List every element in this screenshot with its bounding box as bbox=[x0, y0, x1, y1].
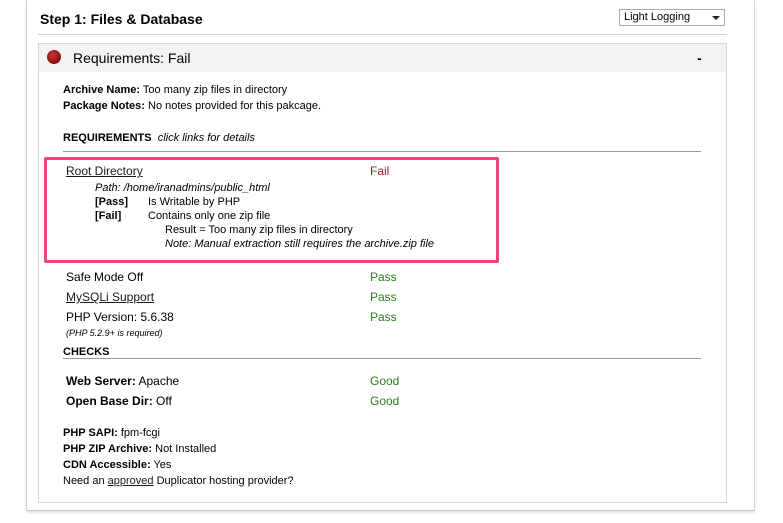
requirements-divider bbox=[63, 151, 701, 152]
fail-status-icon bbox=[47, 50, 61, 64]
web-server-row: Web Server: Apache bbox=[66, 374, 179, 388]
root-directory-link[interactable]: Root Directory bbox=[66, 164, 143, 178]
web-server-label: Web Server: bbox=[66, 374, 136, 388]
root-directory-status: Fail bbox=[370, 164, 390, 178]
approved-hosting-link[interactable]: approved bbox=[108, 475, 154, 487]
open-base-dir-value: Off bbox=[156, 394, 172, 408]
php-zip-row: PHP ZIP Archive: Not Installed bbox=[63, 443, 216, 455]
collapse-toggle[interactable]: - bbox=[697, 50, 702, 66]
checks-divider bbox=[63, 358, 701, 359]
check-zip-note: Note: Manual extraction still requires t… bbox=[165, 238, 435, 250]
requirements-heading: REQUIREMENTS bbox=[63, 132, 152, 144]
php-zip-value: Not Installed bbox=[155, 443, 217, 455]
safe-mode-status: Pass bbox=[370, 270, 397, 284]
logging-select[interactable]: Light Logging bbox=[619, 9, 725, 26]
archive-name-label: Archive Name: bbox=[63, 84, 141, 96]
archive-name-value: Too many zip files in directory bbox=[142, 84, 288, 96]
check-writable-tag: [Pass] bbox=[95, 196, 129, 208]
php-version-note: (PHP 5.2.9+ is required) bbox=[66, 328, 163, 338]
php-version-status: Pass bbox=[370, 310, 397, 324]
safe-mode-label: Safe Mode Off bbox=[66, 270, 144, 284]
php-zip-label: PHP ZIP Archive: bbox=[63, 443, 153, 455]
php-version-label: PHP Version: 5.6.38 bbox=[66, 310, 174, 324]
chevron-down-icon bbox=[712, 16, 720, 20]
requirements-hint: click links for details bbox=[157, 132, 255, 144]
open-base-dir-status: Good bbox=[370, 394, 400, 408]
php-sapi-label: PHP SAPI: bbox=[63, 427, 118, 439]
step-title: Step 1: Files & Database bbox=[40, 11, 203, 27]
header-divider bbox=[38, 34, 727, 35]
check-zip-text: Contains only one zip file bbox=[148, 210, 271, 222]
hosting-suffix: Duplicator hosting provider? bbox=[156, 475, 294, 487]
root-directory-path: Path: /home/iranadmins/public_html bbox=[95, 182, 270, 194]
mysqli-support-link[interactable]: MySQLi Support bbox=[66, 290, 154, 304]
archive-name-row: Archive Name: Too many zip files in dire… bbox=[63, 84, 287, 96]
package-notes-row: Package Notes: No notes provided for thi… bbox=[63, 100, 321, 112]
package-notes-label: Package Notes: bbox=[63, 100, 145, 112]
open-base-dir-label: Open Base Dir: bbox=[66, 394, 153, 408]
cdn-row: CDN Accessible: Yes bbox=[63, 459, 171, 471]
logging-select-value: Light Logging bbox=[624, 11, 691, 23]
package-notes-value: No notes provided for this pakcage. bbox=[148, 100, 322, 112]
mysqli-status: Pass bbox=[370, 290, 397, 304]
php-sapi-value: fpm-fcgi bbox=[120, 427, 160, 439]
checks-heading: CHECKS bbox=[63, 346, 110, 358]
check-zip-tag: [Fail] bbox=[95, 210, 122, 222]
check-zip-result: Result = Too many zip files in directory bbox=[165, 224, 353, 236]
php-sapi-row: PHP SAPI: fpm-fcgi bbox=[63, 427, 160, 439]
cdn-value: Yes bbox=[153, 459, 172, 471]
cdn-label: CDN Accessible: bbox=[63, 459, 151, 471]
web-server-status: Good bbox=[370, 374, 400, 388]
requirements-title[interactable]: Requirements: Fail bbox=[73, 50, 191, 66]
open-base-dir-row: Open Base Dir: Off bbox=[66, 394, 172, 408]
hosting-prefix: Need an bbox=[63, 475, 105, 487]
web-server-value: Apache bbox=[138, 374, 180, 388]
hosting-provider-row: Need an approved Duplicator hosting prov… bbox=[63, 475, 294, 487]
requirements-heading-row: REQUIREMENTS click links for details bbox=[63, 132, 255, 144]
check-writable-text: Is Writable by PHP bbox=[148, 196, 241, 208]
